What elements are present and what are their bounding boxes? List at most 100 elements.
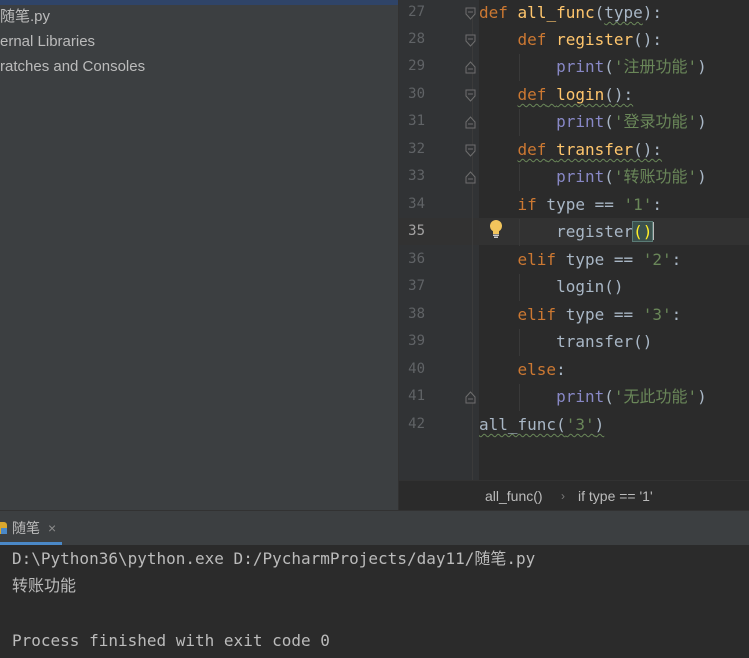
console-line: D:\Python36\python.exe D:/PycharmProject… [12, 549, 536, 568]
line-number: 34 [408, 196, 425, 212]
code-line[interactable]: login() [479, 273, 624, 300]
tree-item-scratches[interactable]: ratches and Consoles [0, 55, 145, 79]
function-name-token: transfer [556, 140, 634, 159]
run-tab[interactable]: 随笔 × [0, 511, 64, 545]
keyword-token: elif [517, 250, 557, 269]
expression-token: type == [536, 195, 624, 214]
line-number: 39 [408, 333, 425, 349]
python-icon [0, 521, 8, 535]
line-number: 36 [408, 251, 425, 267]
code-line[interactable]: elif type == '3': [479, 301, 682, 328]
project-tree-panel: 随笔.py ernal Libraries ratches and Consol… [0, 0, 398, 510]
paren-token: ): [642, 3, 663, 22]
string-token: '3' [642, 305, 672, 324]
tree-item-file[interactable]: 随笔.py [0, 5, 50, 29]
function-name-token: register [556, 30, 634, 49]
paren-token: ) [697, 167, 707, 186]
fold-end-icon[interactable] [465, 61, 476, 74]
console-line: Process finished with exit code 0 [12, 631, 330, 650]
code-line[interactable]: all_func('3') [479, 411, 604, 438]
code-line[interactable]: print('注册功能') [479, 53, 707, 80]
paren-token: ( [604, 167, 614, 186]
selected-tree-row-sliver[interactable] [0, 0, 398, 5]
keyword-token: def [517, 85, 547, 104]
line-number: 29 [408, 58, 425, 74]
string-token: '登录功能' [613, 112, 698, 131]
line-number: 42 [408, 416, 425, 432]
code-line[interactable]: def register(): [479, 26, 663, 53]
paren-token: ) [697, 112, 707, 131]
close-icon[interactable]: × [48, 520, 56, 536]
line-number: 30 [408, 86, 425, 102]
keyword-token: elif [517, 305, 557, 324]
line-number: 31 [408, 113, 425, 129]
breadcrumb-item-if[interactable]: if type == '1' [578, 481, 653, 511]
call-token: login() [556, 277, 624, 296]
code-line[interactable]: print('转账功能') [479, 163, 707, 190]
paren-token: ( [604, 112, 614, 131]
fold-end-icon[interactable] [465, 171, 476, 184]
fold-end-icon[interactable] [465, 391, 476, 404]
keyword-token: if [517, 195, 537, 214]
string-token: '3' [565, 415, 595, 434]
colon-token: : [652, 195, 663, 214]
code-line[interactable]: if type == '1': [479, 191, 663, 218]
paren-token: (): [604, 85, 634, 104]
fold-guide [472, 14, 473, 480]
colon-token: : [556, 360, 566, 379]
tree-item-label: ratches and Consoles [0, 58, 146, 75]
run-console[interactable]: D:\Python36\python.exe D:/PycharmProject… [0, 545, 749, 658]
line-number: 27 [408, 4, 425, 20]
code-line[interactable]: print('无此功能') [479, 383, 707, 410]
code-line[interactable]: def login(): [479, 81, 634, 108]
expression-token: type == [556, 305, 643, 324]
tree-item-external-libraries[interactable]: ernal Libraries [0, 30, 95, 54]
fold-open-icon[interactable] [465, 144, 476, 157]
paren-token: ( [604, 57, 614, 76]
paren-token: ( [556, 415, 566, 434]
colon-token: : [671, 305, 682, 324]
builtin-token: print [556, 167, 605, 186]
code-line[interactable]: def transfer(): [479, 136, 663, 163]
builtin-token: print [556, 57, 605, 76]
code-line[interactable]: print('登录功能') [479, 108, 707, 135]
fold-end-icon[interactable] [465, 116, 476, 129]
paren-token: ) [594, 415, 605, 434]
expression-token: type == [556, 250, 643, 269]
function-name-token: all_func [517, 3, 595, 22]
tree-item-label: 随笔.py [0, 8, 51, 25]
code-line[interactable]: def all_func(type): [479, 0, 662, 26]
code-line-current[interactable]: register() [479, 218, 655, 245]
string-token: '注册功能' [613, 57, 698, 76]
code-line[interactable]: else: [479, 356, 566, 383]
string-token: '转账功能' [613, 167, 698, 186]
line-number: 38 [408, 306, 425, 322]
colon-token: : [671, 250, 682, 269]
line-number: 37 [408, 278, 425, 294]
line-number: 32 [408, 141, 425, 157]
code-line[interactable]: elif type == '2': [479, 246, 682, 273]
line-number: 33 [408, 168, 425, 184]
code-line[interactable]: transfer() [479, 328, 652, 355]
console-line: 转账功能 [12, 576, 77, 595]
paren-token: (): [633, 140, 663, 159]
fold-open-icon[interactable] [465, 7, 476, 20]
matched-brace-token: () [632, 221, 654, 242]
fold-open-icon[interactable] [465, 34, 476, 47]
paren-token: ) [697, 57, 707, 76]
keyword-token: def [517, 30, 547, 49]
fold-open-icon[interactable] [465, 89, 476, 102]
keyword-token: def [479, 3, 508, 22]
call-token: transfer() [556, 332, 653, 351]
paren-token: ( [594, 3, 605, 22]
call-token: all_func [479, 415, 557, 434]
param-token: type [604, 3, 643, 22]
breadcrumb-item-function[interactable]: all_func() [485, 481, 543, 511]
string-token: '无此功能' [613, 387, 698, 406]
text-caret [652, 222, 655, 240]
paren-token: ( [604, 387, 614, 406]
builtin-token: print [556, 112, 605, 131]
line-number: 41 [408, 388, 425, 404]
run-tab-label: 随笔 [12, 520, 40, 536]
run-tab-bar: 随笔 × [0, 510, 749, 546]
